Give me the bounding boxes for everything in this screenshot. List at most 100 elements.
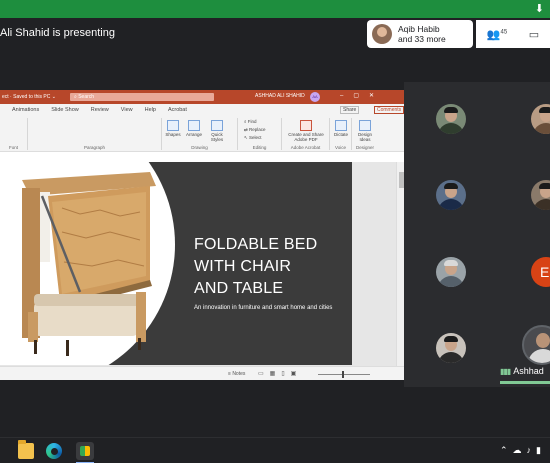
participant-avatar <box>372 24 392 44</box>
ribbon-group-designer: Design Ideas Designer <box>352 118 378 150</box>
participant-tile[interactable] <box>436 333 466 363</box>
presenting-label: Ali Shahid is presenting <box>0 27 115 39</box>
participant-tile[interactable] <box>531 180 550 210</box>
download-icon[interactable]: ⬇ <box>535 2 544 15</box>
quick-styles-icon <box>211 120 223 131</box>
start-icon[interactable]: ▪ <box>0 446 4 462</box>
people-icon: 👥 <box>486 28 501 41</box>
design-ideas-icon <box>359 120 371 131</box>
ppt-ribbon: Font Paragraph Shapes Arrange Quick Styl… <box>0 116 405 152</box>
participant-cap <box>444 260 458 266</box>
ribbon-dictate-label: Dictate <box>333 132 348 137</box>
ribbon-design-ideas-label: Design Ideas <box>357 132 372 142</box>
ribbon-group-label: Font <box>8 145 18 150</box>
ribbon-group-label: Paragraph <box>83 145 105 150</box>
participant-tile[interactable] <box>436 180 466 210</box>
ribbon-create-share-label: Create and Share Adobe PDF <box>288 132 324 142</box>
people-count: 45 <box>500 28 508 35</box>
ribbon-find-label: Find <box>247 119 257 124</box>
ribbon-shapes-label: Shapes <box>165 132 181 137</box>
ribbon-quick-styles-label: Quick Styles <box>210 132 224 142</box>
ribbon-replace: ⇄ Replace <box>244 127 266 132</box>
microphone-icon <box>335 120 347 131</box>
ppt-window-buttons: –▢✕ <box>340 93 385 99</box>
ppt-tab: Slide Show <box>51 107 79 113</box>
ribbon-group-label: Adobe Acrobat <box>290 145 321 150</box>
participant-body <box>438 199 464 210</box>
shapes-icon <box>167 120 179 131</box>
slide-title-line: FOLDABLE BED <box>194 236 318 253</box>
participant-tile[interactable] <box>436 257 466 287</box>
participant-tile[interactable] <box>531 104 550 134</box>
slide-subtitle: An innovation in furniture and smart hom… <box>194 305 333 311</box>
ribbon-group-drawing: Shapes Arrange Quick Styles Drawing <box>162 118 238 150</box>
ribbon-group-label: Voice <box>334 145 346 150</box>
people-button[interactable]: 👥45 <box>487 28 507 41</box>
ppt-search-placeholder: Search <box>78 94 95 100</box>
slide-title-line: WITH CHAIR <box>194 258 292 275</box>
ribbon-group-label: Editing <box>252 145 267 150</box>
participant-hair <box>444 336 458 342</box>
ppt-slide-area: FOLDABLE BED WITH CHAIR AND TABLE An inn… <box>0 162 405 366</box>
ribbon-dictate: Dictate <box>331 120 351 137</box>
ppt-doc-title: ect · Saved to this PC ⌄ <box>2 94 56 100</box>
ppt-share-button: Share <box>340 106 360 114</box>
participant-body <box>533 199 550 210</box>
ribbon-group-label: Drawing <box>191 145 208 150</box>
slide-title: FOLDABLE BED WITH CHAIR AND TABLE <box>194 234 317 300</box>
ribbon-select-label: Select <box>249 135 262 140</box>
meet-app-icon[interactable] <box>76 442 94 460</box>
ribbon-select: ↖ Select <box>244 135 262 140</box>
ribbon-replace-label: Replace <box>249 127 266 132</box>
ribbon-group-label: Designer <box>355 145 374 150</box>
top-right-controls: 👥45 ▭ <box>476 20 550 48</box>
ppt-status-bar: ≡ Notes ▭▦▯▣ <box>0 366 405 380</box>
ppt-user-avatar: AA <box>310 92 320 102</box>
windows-taskbar: ▪ ⌃☁♪▮ <box>0 437 550 463</box>
participant-chip[interactable]: Aqib Habib and 33 more <box>367 20 473 48</box>
chip-more: and 33 more <box>398 34 446 44</box>
participant-body <box>533 123 550 134</box>
participant-hair <box>539 107 550 113</box>
ppt-ribbon-tabs: Animations Slide Show Review View Help A… <box>0 104 405 116</box>
ribbon-quick-styles: Quick Styles <box>206 120 228 142</box>
ribbon-group-voice: Dictate Voice <box>330 118 352 150</box>
self-body <box>528 349 550 363</box>
participant-body <box>438 123 464 134</box>
ppt-search-box: ⌕ Search <box>70 93 214 101</box>
ppt-comments-button: Comments <box>374 106 405 114</box>
ppt-tab: Review <box>90 107 109 113</box>
self-name-label: ▮▮▮ Ashhad <box>500 366 550 382</box>
self-tile-indicator <box>500 381 550 384</box>
participant-hair <box>539 183 550 189</box>
ribbon-arrange-label: Arrange <box>185 132 202 137</box>
chip-name: Aqib Habib <box>398 24 440 34</box>
ribbon-group-paragraph: Paragraph <box>28 118 162 150</box>
ribbon-group-editing: ⌕ Find ⇄ Replace ↖ Select Editing <box>238 118 282 150</box>
system-tray-icons[interactable]: ⌃☁♪▮ <box>500 445 546 456</box>
ribbon-find: ⌕ Find <box>244 119 257 124</box>
file-explorer-icon[interactable] <box>18 440 34 459</box>
top-status-strip: ⬇ <box>0 0 550 18</box>
self-name-text: Ashhad <box>513 366 544 376</box>
ppt-title-bar: ect · Saved to this PC ⌄ ⌕ Search ASHHAD… <box>0 90 405 104</box>
ppt-view-buttons: ▭▦▯▣ <box>258 371 303 377</box>
ppt-tab: Animations <box>12 107 40 113</box>
ppt-notes-button: ≡ Notes <box>228 371 246 377</box>
ppt-zoom-slider <box>318 371 370 378</box>
participant-body <box>438 352 464 363</box>
participant-hair <box>444 183 458 189</box>
edge-browser-icon[interactable] <box>46 443 62 459</box>
participant-hair <box>444 107 458 113</box>
ribbon-shapes: Shapes <box>164 120 182 137</box>
arrange-icon <box>188 120 200 131</box>
participant-tile[interactable] <box>436 104 466 134</box>
ribbon-group-font: Font <box>0 118 28 150</box>
ribbon-design-ideas: Design Ideas <box>354 120 376 142</box>
foldable-bed-image <box>22 172 156 356</box>
slide: FOLDABLE BED WITH CHAIR AND TABLE An inn… <box>0 162 352 365</box>
ppt-tab: Help <box>144 107 156 113</box>
pdf-icon <box>300 120 312 131</box>
chat-button[interactable]: ▭ <box>529 28 539 41</box>
ribbon-group-adobe: Create and Share Adobe PDF Adobe Acrobat <box>282 118 330 150</box>
